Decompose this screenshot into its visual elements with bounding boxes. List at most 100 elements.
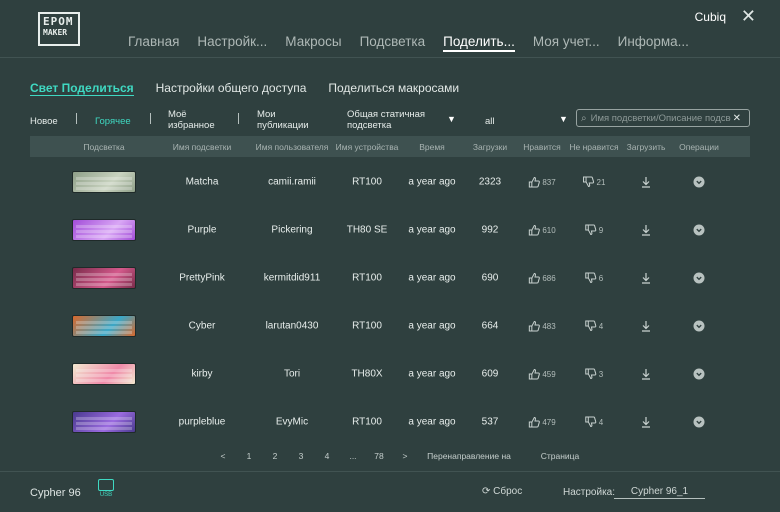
- filter-hot[interactable]: Горячее: [95, 116, 131, 127]
- close-icon[interactable]: ✕: [741, 6, 756, 27]
- page-3[interactable]: 3: [299, 451, 304, 461]
- dislike-button[interactable]: 4: [585, 320, 603, 332]
- download-icon[interactable]: [640, 416, 652, 428]
- keyboard-preview[interactable]: [72, 171, 136, 193]
- search-box: ⌕ ✕: [576, 109, 750, 127]
- reset-label: Сброс: [493, 486, 523, 497]
- download-icon[interactable]: [640, 224, 652, 236]
- like-button[interactable]: 610: [528, 224, 556, 236]
- col-operations: Операции: [679, 142, 719, 152]
- filter-new[interactable]: Новое: [30, 116, 58, 127]
- like-button[interactable]: 479: [528, 416, 556, 428]
- nav-lighting[interactable]: Подсветка: [360, 34, 426, 52]
- operations-button[interactable]: [693, 368, 705, 380]
- table-row: Cyber larutan0430 RT100 a year ago 664 483 4: [30, 302, 750, 350]
- table-header: Подсветка Имя подсветки Имя пользователя…: [30, 136, 750, 157]
- operations-button[interactable]: [693, 416, 705, 428]
- type-select-chevron-icon[interactable]: ▼: [447, 114, 456, 124]
- thumbs-down-icon: [585, 224, 597, 236]
- dislike-button[interactable]: 3: [585, 368, 603, 380]
- reset-button[interactable]: ⟳ Сброс: [482, 486, 522, 497]
- page-1[interactable]: 1: [247, 451, 252, 461]
- filter-separator: [76, 113, 77, 124]
- page-ellipsis: ...: [349, 451, 357, 461]
- thumbs-up-icon: [528, 320, 540, 332]
- prev-page-button[interactable]: <: [221, 451, 226, 461]
- light-name: kirby: [191, 368, 213, 380]
- dislike-count: 3: [598, 369, 604, 379]
- nav-share[interactable]: Поделить...: [443, 34, 515, 52]
- dislike-button[interactable]: 21: [583, 176, 605, 188]
- type-select[interactable]: Общая статичная подсветка: [347, 109, 439, 131]
- table-row: PrettyPink kermitdid911 RT100 a year ago 690…: [30, 254, 750, 302]
- tab-share-macros[interactable]: Поделиться макросами: [328, 81, 459, 96]
- filter-favorites[interactable]: Моё избранное: [168, 109, 228, 131]
- chevron-down-icon: [693, 176, 705, 188]
- like-button[interactable]: 837: [528, 176, 556, 188]
- usb-connection[interactable]: USB: [97, 479, 115, 505]
- operations-button[interactable]: [693, 224, 705, 236]
- light-name: Matcha: [185, 176, 219, 188]
- thumbs-down-icon: [585, 368, 597, 380]
- footer-divider: [0, 471, 780, 472]
- time-ago: a year ago: [408, 176, 456, 188]
- settings-profile-select[interactable]: Cypher 96_1: [614, 486, 705, 499]
- keyboard-preview[interactable]: [72, 315, 136, 337]
- tab-light-share[interactable]: Свет Поделиться: [30, 81, 134, 96]
- dislike-button[interactable]: 4: [585, 416, 603, 428]
- table-row: Purple Pickering TH80 SE a year ago 992 610 9: [30, 206, 750, 254]
- dislike-button[interactable]: 9: [585, 224, 603, 236]
- page-78[interactable]: 78: [374, 451, 383, 461]
- nav-macros[interactable]: Макросы: [285, 34, 341, 52]
- keyboard-icon: [98, 479, 114, 491]
- download-icon[interactable]: [640, 368, 652, 380]
- like-count: 686: [542, 273, 556, 283]
- table-row: kirby Tori TH80X a year ago 609 459 3: [30, 350, 750, 398]
- nav-settings[interactable]: Настройк...: [197, 34, 267, 52]
- chevron-down-icon: [693, 224, 705, 236]
- clear-search-icon[interactable]: ✕: [733, 113, 741, 124]
- logo-line2: MAKER: [43, 28, 68, 37]
- brand-label: Cubiq: [694, 10, 726, 24]
- col-light-name: Имя подсветки: [172, 142, 232, 152]
- keyboard-preview[interactable]: [72, 363, 136, 385]
- download-icon[interactable]: [640, 176, 652, 188]
- device-name-cell: RT100: [352, 320, 382, 332]
- keyboard-preview[interactable]: [72, 267, 136, 289]
- col-lighting: Подсветка: [83, 142, 125, 152]
- keyboard-preview[interactable]: [72, 219, 136, 241]
- col-time: Время: [419, 142, 445, 152]
- like-count: 837: [542, 177, 556, 187]
- nav-home[interactable]: Главная: [128, 34, 179, 52]
- dislike-button[interactable]: 6: [585, 272, 603, 284]
- search-input[interactable]: [590, 112, 731, 124]
- page-4[interactable]: 4: [325, 451, 330, 461]
- filter-publications[interactable]: Мои публикации: [257, 109, 321, 131]
- thumbs-up-icon: [528, 224, 540, 236]
- device-select[interactable]: all: [485, 116, 495, 127]
- next-page-button[interactable]: >: [403, 451, 408, 461]
- page-2[interactable]: 2: [273, 451, 278, 461]
- tab-share-settings[interactable]: Настройки общего доступа: [156, 81, 307, 96]
- nav-info[interactable]: Информа...: [618, 34, 689, 52]
- chevron-down-icon: [693, 368, 705, 380]
- like-button[interactable]: 483: [528, 320, 556, 332]
- nav-account[interactable]: Моя учет...: [533, 34, 600, 52]
- operations-button[interactable]: [693, 272, 705, 284]
- thumbs-up-icon: [528, 416, 540, 428]
- download-icon[interactable]: [640, 272, 652, 284]
- like-button[interactable]: 459: [528, 368, 556, 380]
- dislike-count: 4: [598, 321, 604, 331]
- keyboard-preview[interactable]: [72, 411, 136, 433]
- thumbs-down-icon: [585, 416, 597, 428]
- download-count: 609: [481, 368, 499, 380]
- user-name: EvyMic: [275, 416, 309, 428]
- device-name-cell: RT100: [352, 416, 382, 428]
- download-icon[interactable]: [640, 320, 652, 332]
- operations-button[interactable]: [693, 320, 705, 332]
- like-count: 483: [542, 321, 556, 331]
- device-select-chevron-icon[interactable]: ▼: [559, 114, 568, 124]
- user-name: camii.ramii: [268, 176, 316, 188]
- operations-button[interactable]: [693, 176, 705, 188]
- like-button[interactable]: 686: [528, 272, 556, 284]
